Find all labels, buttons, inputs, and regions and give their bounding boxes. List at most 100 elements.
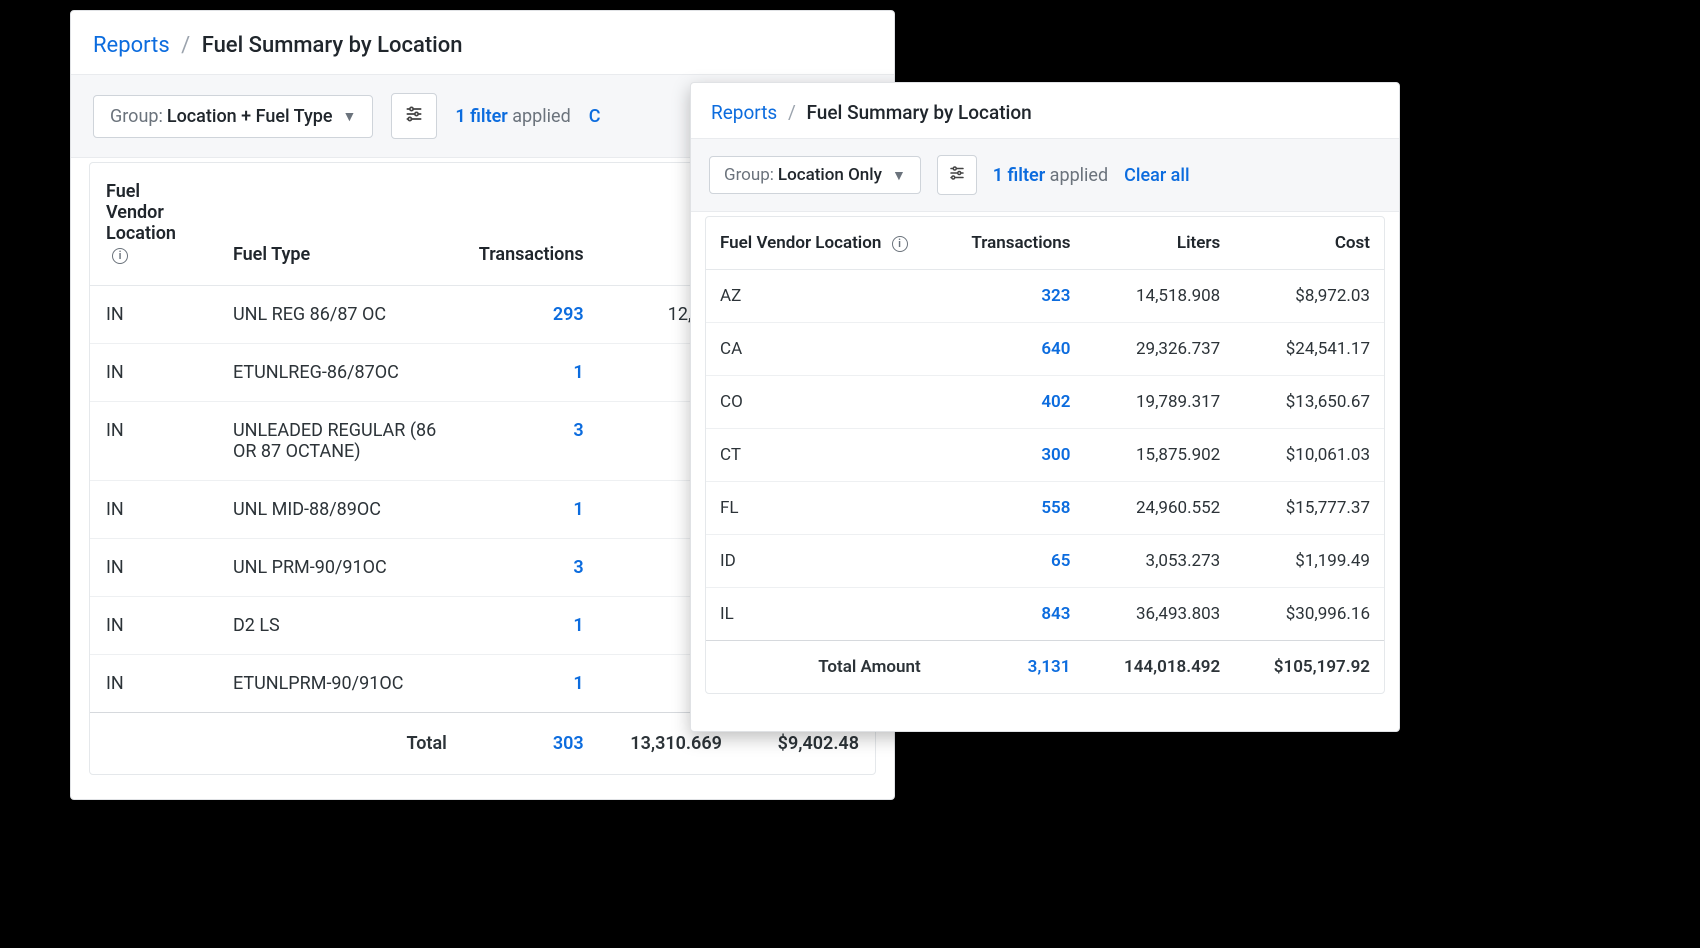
cell-cost: $13,650.67 — [1234, 376, 1384, 429]
total-transactions[interactable]: 303 — [463, 713, 600, 775]
filters-button[interactable] — [937, 155, 977, 195]
group-label: Group: — [110, 106, 163, 127]
total-label: Total — [217, 713, 463, 775]
group-value: Location + Fuel Type — [167, 106, 333, 127]
sliders-icon — [948, 164, 966, 187]
table-row: AZ 323 14,518.908 $8,972.03 — [706, 270, 1384, 323]
group-by-select[interactable]: Group: Location Only ▼ — [709, 156, 921, 194]
breadcrumb-sep: / — [175, 33, 196, 58]
cell-liters: 19,789.317 — [1084, 376, 1234, 429]
group-value: Location Only — [778, 165, 882, 185]
cell-cost: $1,199.49 — [1234, 535, 1384, 588]
cell-transactions[interactable]: 3 — [463, 539, 600, 597]
breadcrumb-sep: / — [782, 101, 802, 124]
clear-all-link[interactable]: Clear all — [1124, 165, 1189, 186]
clear-all-link[interactable]: C — [589, 106, 601, 127]
cell-cost: $30,996.16 — [1234, 588, 1384, 641]
cell-fuel-type: ETUNLPRM-90/91OC — [217, 655, 463, 713]
cell-transactions[interactable]: 640 — [935, 323, 1085, 376]
cell-fuel-type: D2 LS — [217, 597, 463, 655]
col-fuel-type[interactable]: Fuel Type — [217, 163, 463, 286]
cell-location: AZ — [706, 270, 935, 323]
breadcrumb: Reports / Fuel Summary by Location — [691, 83, 1399, 139]
table-body: AZ 323 14,518.908 $8,972.03 CA 640 29,32… — [706, 270, 1384, 641]
table-row: IL 843 36,493.803 $30,996.16 — [706, 588, 1384, 641]
cell-location: CO — [706, 376, 935, 429]
breadcrumb-root-link[interactable]: Reports — [93, 33, 170, 58]
info-icon[interactable]: i — [112, 248, 128, 264]
chevron-down-icon: ▼ — [892, 167, 906, 184]
filters-applied-text: 1 filter applied — [993, 165, 1108, 186]
report-panel-front: Reports / Fuel Summary by Location Group… — [690, 82, 1400, 732]
cell-transactions[interactable]: 1 — [463, 597, 600, 655]
col-transactions[interactable]: Transactions — [935, 217, 1085, 270]
cell-transactions[interactable]: 293 — [463, 286, 600, 344]
page-title: Fuel Summary by Location — [202, 33, 463, 58]
cell-transactions[interactable]: 1 — [463, 344, 600, 402]
cell-location: IN — [90, 597, 217, 655]
total-label: Total Amount — [706, 641, 935, 694]
breadcrumb-root-link[interactable]: Reports — [711, 101, 777, 124]
table-row: CA 640 29,326.737 $24,541.17 — [706, 323, 1384, 376]
filter-count: 1 filter — [993, 165, 1045, 186]
chevron-down-icon: ▼ — [343, 108, 357, 125]
cell-fuel-type: UNL MID-88/89OC — [217, 481, 463, 539]
col-location[interactable]: Fuel Vendor Location i — [706, 217, 935, 270]
cell-fuel-type: UNL PRM-90/91OC — [217, 539, 463, 597]
cell-cost: $10,061.03 — [1234, 429, 1384, 482]
cell-transactions[interactable]: 300 — [935, 429, 1085, 482]
cell-transactions[interactable]: 1 — [463, 655, 600, 713]
total-transactions[interactable]: 3,131 — [935, 641, 1085, 694]
filter-applied-word: applied — [1050, 165, 1108, 186]
toolbar: Group: Location Only ▼ 1 filter applied … — [691, 139, 1399, 212]
cell-liters: 29,326.737 — [1084, 323, 1234, 376]
page-title: Fuel Summary by Location — [807, 101, 1032, 124]
cell-transactions[interactable]: 402 — [935, 376, 1085, 429]
cell-location: IN — [90, 402, 217, 481]
col-location[interactable]: Fuel Vendor Location i — [90, 163, 217, 286]
total-cost: $105,197.92 — [1234, 641, 1384, 694]
table-row: FL 558 24,960.552 $15,777.37 — [706, 482, 1384, 535]
col-liters[interactable]: Liters — [1084, 217, 1234, 270]
info-icon[interactable]: i — [892, 236, 908, 252]
cell-fuel-type: UNL REG 86/87 OC — [217, 286, 463, 344]
total-liters: 144,018.492 — [1084, 641, 1234, 694]
cell-liters: 14,518.908 — [1084, 270, 1234, 323]
col-cost[interactable]: Cost — [1234, 217, 1384, 270]
cell-location: CT — [706, 429, 935, 482]
col-transactions[interactable]: Transactions — [463, 163, 600, 286]
data-table: Fuel Vendor Location i Transactions Lite… — [705, 216, 1385, 694]
group-by-select[interactable]: Group: Location + Fuel Type ▼ — [93, 95, 373, 138]
table-row: CO 402 19,789.317 $13,650.67 — [706, 376, 1384, 429]
cell-liters: 36,493.803 — [1084, 588, 1234, 641]
filters-button[interactable] — [391, 93, 437, 139]
total-row: Total Amount 3,131 144,018.492 $105,197.… — [706, 641, 1384, 694]
cell-location: IN — [90, 286, 217, 344]
cell-fuel-type: ETUNLREG-86/87OC — [217, 344, 463, 402]
cell-transactions[interactable]: 65 — [935, 535, 1085, 588]
cell-location: ID — [706, 535, 935, 588]
cell-transactions[interactable]: 3 — [463, 402, 600, 481]
cell-liters: 24,960.552 — [1084, 482, 1234, 535]
cell-transactions[interactable]: 558 — [935, 482, 1085, 535]
cell-liters: 15,875.902 — [1084, 429, 1234, 482]
cell-fuel-type: UNLEADED REGULAR (86 OR 87 OCTANE) — [217, 402, 463, 481]
cell-transactions[interactable]: 323 — [935, 270, 1085, 323]
group-label: Group: — [724, 165, 774, 185]
cell-location: CA — [706, 323, 935, 376]
cell-location: IN — [90, 344, 217, 402]
table-row: CT 300 15,875.902 $10,061.03 — [706, 429, 1384, 482]
cell-cost: $24,541.17 — [1234, 323, 1384, 376]
cell-location: IN — [90, 655, 217, 713]
cell-liters: 3,053.273 — [1084, 535, 1234, 588]
cell-cost: $15,777.37 — [1234, 482, 1384, 535]
cell-transactions[interactable]: 843 — [935, 588, 1085, 641]
table-row: ID 65 3,053.273 $1,199.49 — [706, 535, 1384, 588]
cell-location: IN — [90, 481, 217, 539]
filters-applied-text: 1 filter applied — [455, 106, 570, 127]
filter-count: 1 filter — [455, 106, 507, 127]
cell-location: IN — [90, 539, 217, 597]
filter-applied-word: applied — [512, 106, 570, 127]
cell-transactions[interactable]: 1 — [463, 481, 600, 539]
breadcrumb: Reports / Fuel Summary by Location — [71, 11, 894, 75]
